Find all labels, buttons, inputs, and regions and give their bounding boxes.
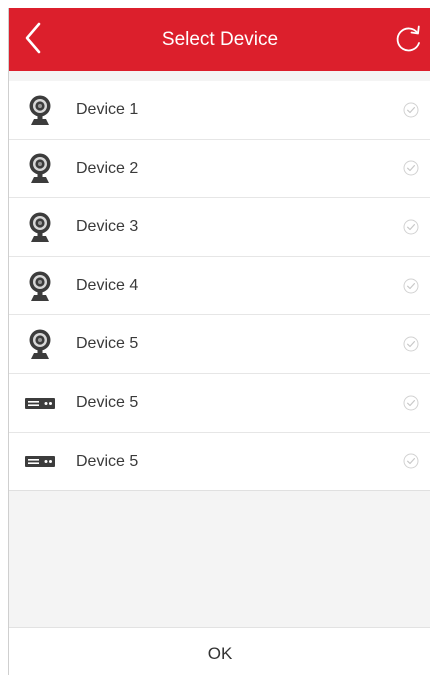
refresh-button[interactable]: [391, 23, 425, 57]
header-bar: Select Device: [9, 8, 430, 71]
app-frame: Select Device Device 1 Device 2 Device 3 De…: [8, 8, 430, 675]
device-list: Device 1 Device 2 Device 3 Device 4 Device 5…: [9, 81, 430, 492]
device-row[interactable]: Device 5: [9, 315, 430, 374]
camera-icon: [25, 270, 55, 302]
device-label: Device 4: [76, 276, 139, 294]
device-label: Device 5: [76, 393, 139, 411]
checkmark-icon[interactable]: [403, 278, 419, 294]
device-row[interactable]: Device 5: [9, 433, 430, 492]
camera-icon: [25, 152, 55, 184]
checkmark-icon[interactable]: [403, 395, 419, 411]
page-title: Select Device: [161, 29, 279, 50]
device-row[interactable]: Device 3: [9, 198, 430, 257]
nvr-icon: [25, 387, 55, 419]
device-row[interactable]: Device 5: [9, 374, 430, 433]
checkmark-icon[interactable]: [403, 336, 419, 352]
device-label: Device 5: [76, 335, 139, 353]
checkmark-icon[interactable]: [403, 453, 419, 469]
camera-icon: [25, 211, 55, 243]
device-label: Device 2: [76, 159, 139, 177]
device-row[interactable]: Device 4: [9, 257, 430, 316]
device-label: Device 5: [76, 452, 139, 470]
device-label: Device 3: [76, 218, 139, 236]
device-row[interactable]: Device 1: [9, 81, 430, 140]
device-label: Device 1: [76, 101, 139, 118]
checkmark-icon[interactable]: [403, 102, 419, 118]
device-row[interactable]: Device 2: [9, 140, 430, 199]
nvr-icon: [25, 445, 55, 477]
camera-icon: [25, 328, 55, 360]
checkmark-icon[interactable]: [403, 160, 419, 176]
checkmark-icon[interactable]: [403, 219, 419, 235]
footer-bar: OK: [9, 627, 430, 675]
ok-button[interactable]: OK: [9, 628, 430, 675]
header-spacer: [9, 71, 430, 81]
refresh-icon: [396, 25, 420, 52]
camera-icon: [25, 94, 55, 126]
